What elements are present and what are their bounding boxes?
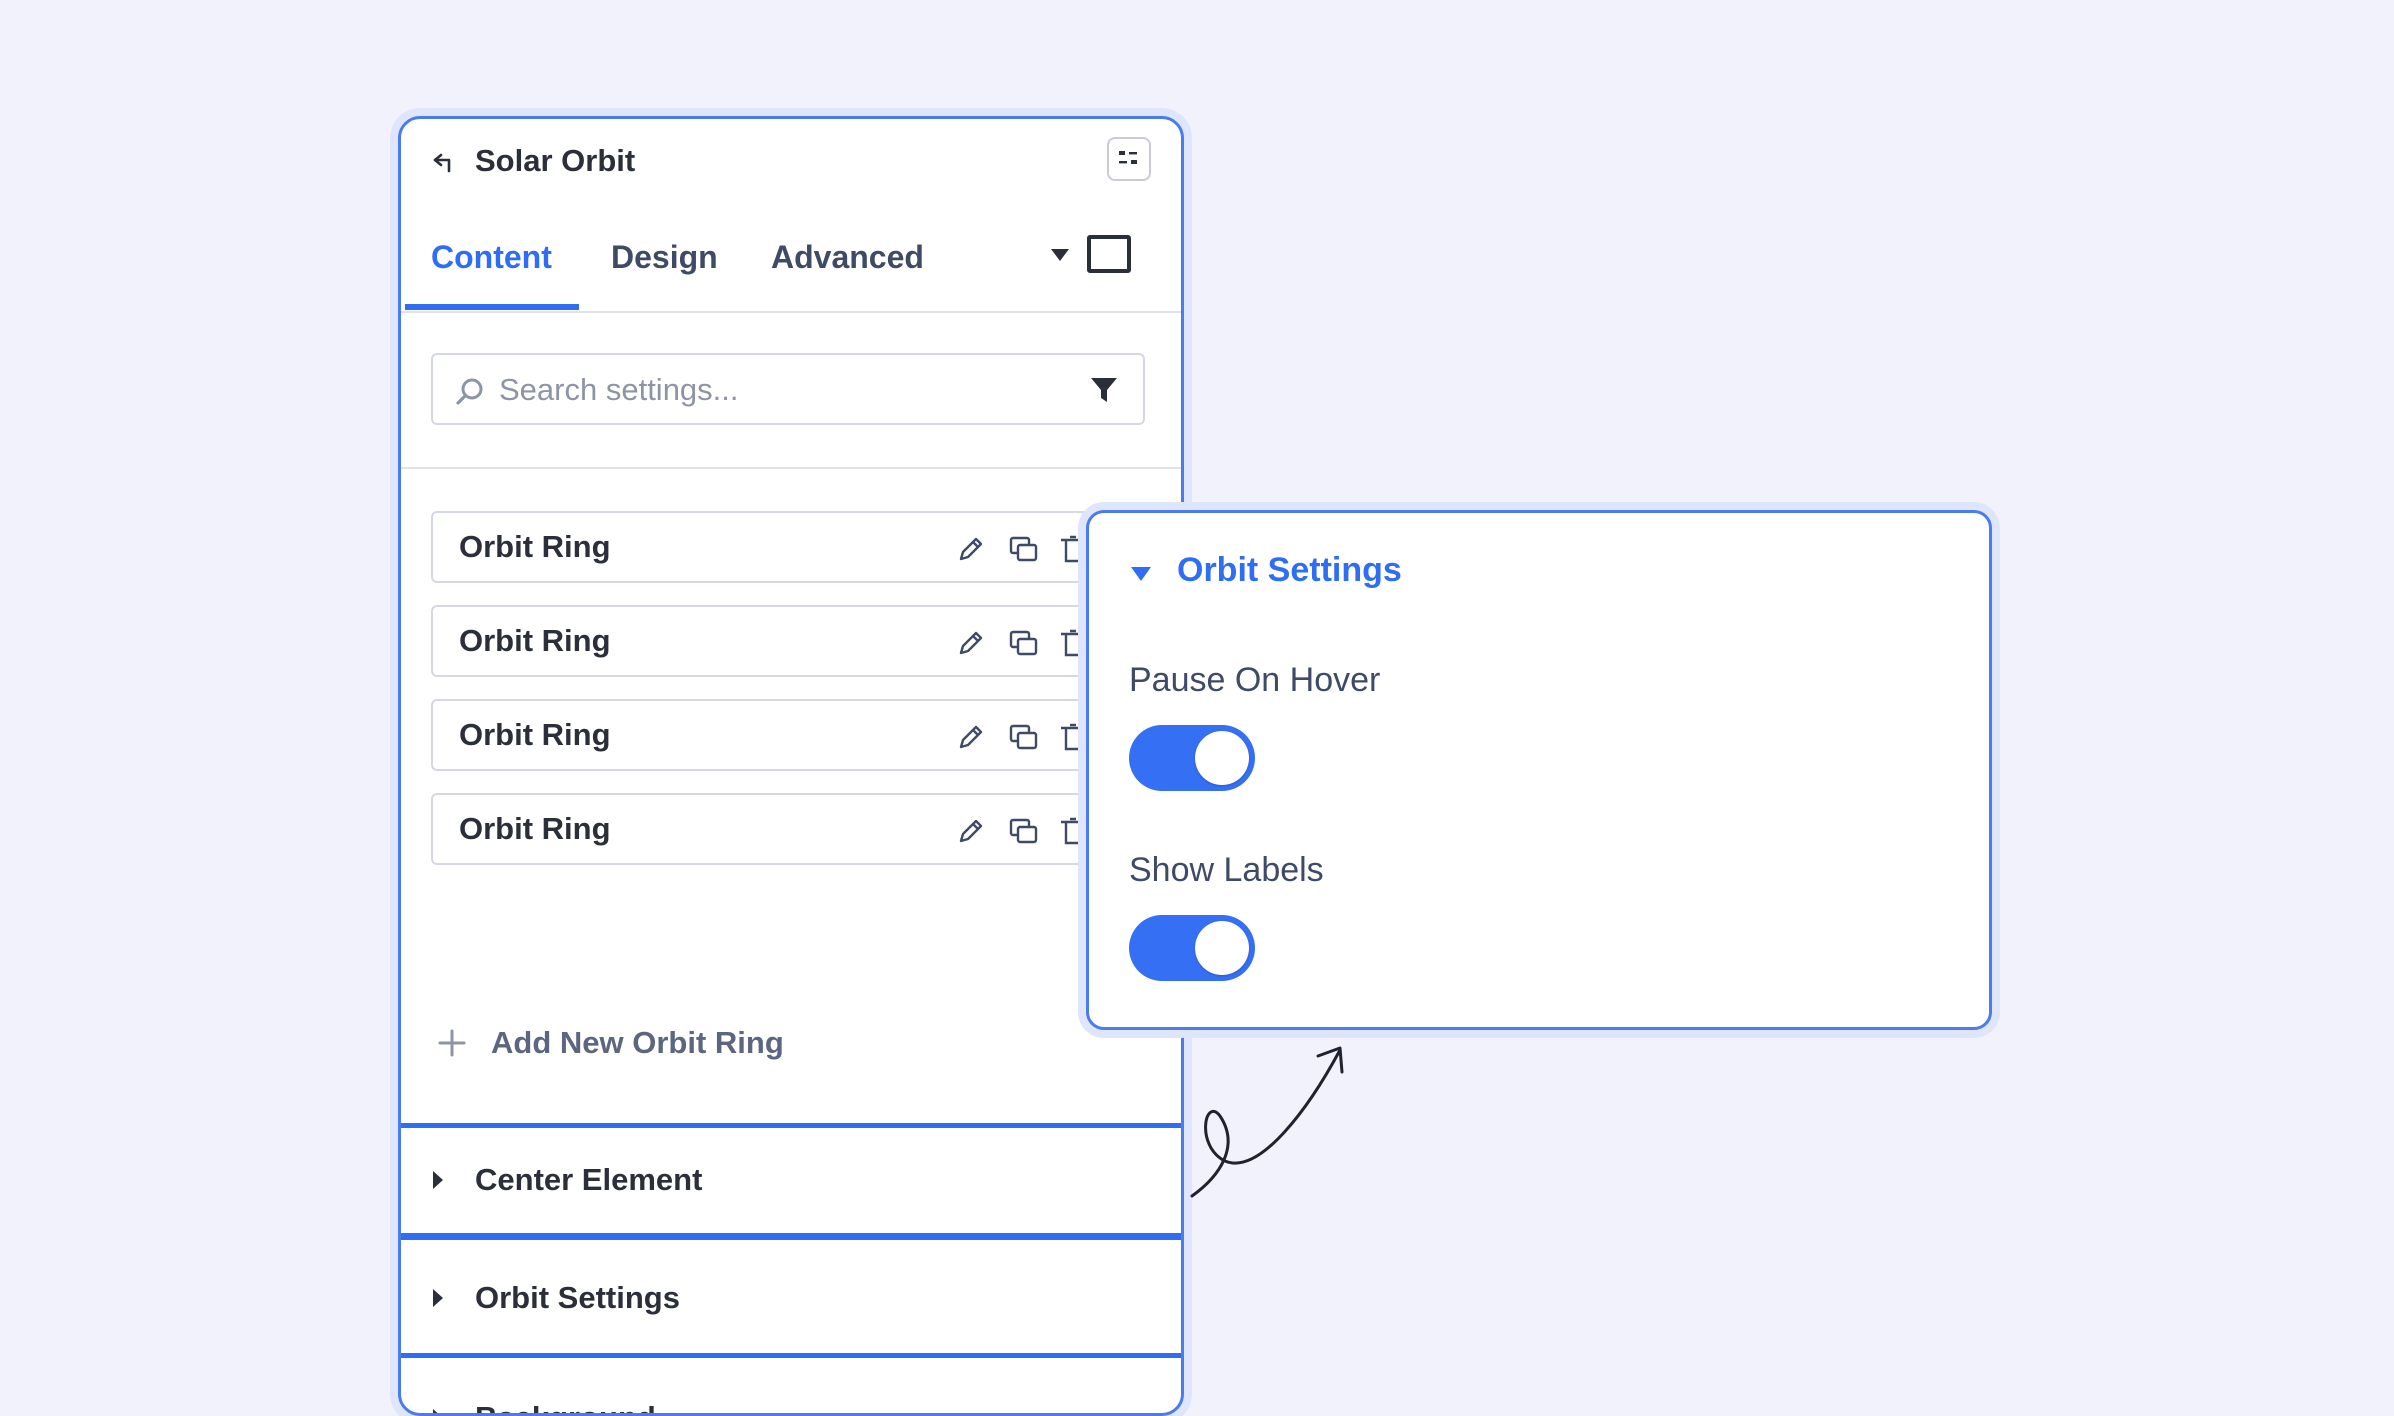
- section-highlight-border: [401, 1123, 1181, 1128]
- duplicate-icon[interactable]: [1007, 627, 1039, 659]
- repeater-item[interactable]: Orbit Ring: [431, 511, 1145, 583]
- plus-icon: [438, 1029, 466, 1057]
- toggle-knob: [1195, 921, 1249, 975]
- pause-on-hover-toggle[interactable]: [1129, 725, 1255, 791]
- repeater-item-label: Orbit Ring: [459, 529, 611, 564]
- caret-down-icon[interactable]: [1129, 565, 1153, 583]
- section-background[interactable]: Background: [401, 1363, 1181, 1413]
- delete-icon[interactable]: [1057, 721, 1089, 753]
- tab-advanced[interactable]: Advanced: [771, 207, 924, 311]
- section-highlight-border: [401, 1235, 1181, 1240]
- repeater-item[interactable]: Orbit Ring: [431, 699, 1145, 771]
- duplicate-icon[interactable]: [1007, 815, 1039, 847]
- repeater-item-label: Orbit Ring: [459, 717, 611, 752]
- repeater-item-label: Orbit Ring: [459, 623, 611, 658]
- delete-icon[interactable]: [1057, 815, 1089, 847]
- active-tab-indicator: [405, 304, 579, 310]
- section-orbit-settings[interactable]: Orbit Settings: [401, 1243, 1181, 1353]
- search-icon: [456, 378, 483, 405]
- tab-content[interactable]: Content: [431, 207, 552, 311]
- tab-bar: Content Design Advanced: [401, 207, 1181, 313]
- section-title: Orbit Settings: [475, 1280, 680, 1315]
- back-arrow-icon[interactable]: [431, 147, 461, 177]
- square-icon[interactable]: [1087, 235, 1131, 273]
- delete-icon[interactable]: [1057, 533, 1089, 565]
- filter-icon[interactable]: [1089, 375, 1119, 405]
- repeater-item[interactable]: Orbit Ring: [431, 605, 1145, 677]
- search-field: [431, 353, 1145, 425]
- layout-glyph-icon: [1119, 151, 1137, 164]
- duplicate-icon[interactable]: [1007, 721, 1039, 753]
- panel-title: Solar Orbit: [475, 143, 636, 178]
- pause-on-hover-label: Pause On Hover: [1129, 661, 1381, 699]
- edit-icon[interactable]: [955, 533, 987, 565]
- divider: [401, 467, 1181, 469]
- show-labels-toggle[interactable]: [1129, 915, 1255, 981]
- edit-icon[interactable]: [955, 627, 987, 659]
- toggle-knob: [1195, 731, 1249, 785]
- delete-icon[interactable]: [1057, 627, 1089, 659]
- add-new-item-label: Add New Orbit Ring: [491, 1025, 784, 1060]
- section-title: Background: [475, 1363, 656, 1413]
- caret-right-icon: [433, 1289, 443, 1307]
- panel-header: Solar Orbit: [401, 119, 1181, 207]
- orbit-settings-popup: Orbit Settings Pause On Hover Show Label…: [1086, 510, 1992, 1030]
- duplicate-icon[interactable]: [1007, 533, 1039, 565]
- layout-icon[interactable]: [1107, 137, 1151, 181]
- edit-icon[interactable]: [955, 815, 987, 847]
- repeater-item-label: Orbit Ring: [459, 811, 611, 846]
- editor-panel: Solar Orbit Content Design Advanced Sear…: [398, 116, 1184, 1416]
- search-input[interactable]: [497, 355, 1061, 425]
- section-title: Center Element: [475, 1162, 703, 1197]
- add-new-item-button[interactable]: Add New Orbit Ring: [437, 1021, 784, 1065]
- repeater-item[interactable]: Orbit Ring: [431, 793, 1145, 865]
- caret-right-icon: [433, 1171, 443, 1189]
- popup-title[interactable]: Orbit Settings: [1177, 551, 1402, 590]
- arrow-doodle-icon: [1190, 1046, 1344, 1198]
- edit-icon[interactable]: [955, 721, 987, 753]
- caret-down-icon[interactable]: [1049, 247, 1071, 263]
- tab-design[interactable]: Design: [611, 207, 718, 311]
- caret-right-icon: [433, 1409, 438, 1413]
- show-labels-label: Show Labels: [1129, 851, 1324, 889]
- section-center-element[interactable]: Center Element: [401, 1125, 1181, 1235]
